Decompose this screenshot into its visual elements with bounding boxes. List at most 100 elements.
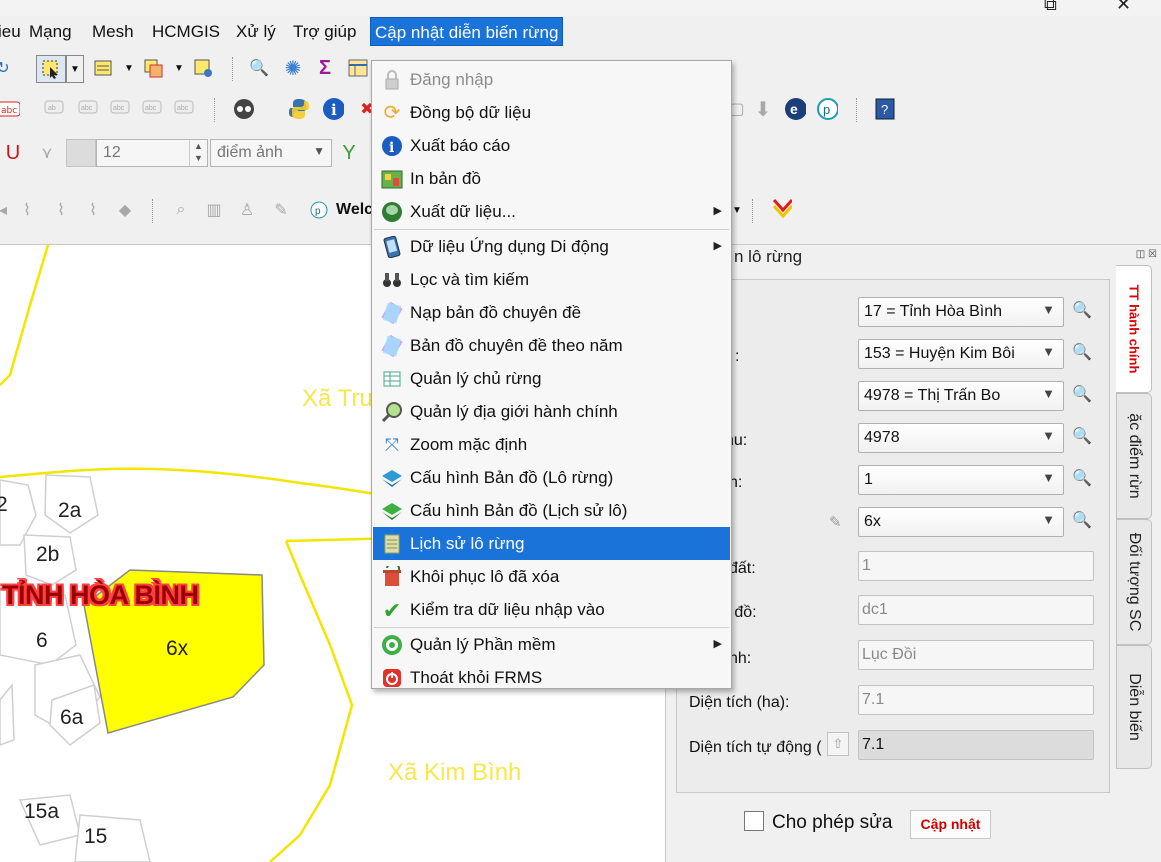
recalc-area-button[interactable]: ⇧	[827, 732, 849, 756]
checkbox-box[interactable]	[744, 811, 764, 831]
menu-item-export-report[interactable]: i Xuất báo cáo	[373, 129, 730, 162]
zoom-compartment-icon[interactable]: 🔍	[1072, 468, 1096, 492]
p-plugin-icon[interactable]: p	[816, 98, 838, 120]
pan-icon[interactable]: ↻	[0, 57, 14, 79]
place-name-field[interactable]: Lục Đồi	[858, 640, 1094, 670]
topology-icon[interactable]: Y	[338, 142, 360, 164]
menu-processing[interactable]: Xử lý	[232, 20, 280, 44]
select-location-icon[interactable]	[192, 57, 214, 79]
menu-item-admin-boundary[interactable]: Quản lý địa giới hành chính	[373, 395, 730, 428]
menu-mesh[interactable]: Mesh	[88, 20, 138, 44]
edit-pencil-icon[interactable]: ✎	[829, 513, 849, 533]
menu-item-load-thematic[interactable]: Nạp bản đồ chuyên đề	[373, 296, 730, 329]
label-pin-icon[interactable]: abc	[78, 98, 100, 120]
restore-window-icon[interactable]: ⧉	[1044, 0, 1057, 15]
forest-arrow-icon[interactable]	[770, 197, 792, 219]
select-features-icon[interactable]	[36, 55, 66, 83]
map-icon[interactable]: ▥	[203, 199, 225, 221]
chevron-down-icon: ▼	[1042, 512, 1055, 527]
menu-item-restore-lot[interactable]: Khôi phục lô đã xóa	[373, 560, 730, 593]
chevron-down-icon[interactable]: ▼	[118, 57, 140, 79]
close-window-icon[interactable]: ✕	[1116, 0, 1131, 15]
compartment-select[interactable]: 1 ▼	[858, 465, 1064, 495]
snap-options-icon[interactable]	[66, 139, 96, 167]
settings-gear-icon[interactable]: ✺	[282, 57, 304, 80]
snap-vertex-icon[interactable]: ⋎	[36, 142, 58, 164]
panel-window-buttons[interactable]: ◫ ☒	[1136, 249, 1157, 260]
update-button[interactable]: Cập nhật	[910, 810, 991, 839]
identify-icon[interactable]: 🔍	[248, 57, 270, 79]
snap-unit-select[interactable]: điểm ảnh ▼	[210, 139, 332, 167]
user-icon[interactable]: ♙	[236, 199, 258, 221]
province-select[interactable]: 17 = Tỉnh Hòa Bình ▼	[858, 297, 1064, 327]
menu-item-mobile-data[interactable]: Dữ liệu Ứng dụng Di động ▶	[373, 230, 730, 263]
reshape-icon[interactable]: ⌇	[16, 199, 38, 221]
merge-icon[interactable]: ⌇	[82, 199, 104, 221]
spin-arrows[interactable]: ▲ ▼	[189, 140, 207, 166]
help-book-icon[interactable]: ?	[874, 98, 896, 120]
zoom-district-icon[interactable]: 🔍	[1072, 342, 1096, 366]
label-abc-icon[interactable]: abc	[0, 98, 20, 120]
download-icon[interactable]: ⬇	[752, 98, 774, 121]
tab-changes[interactable]: Diễn biến	[1116, 645, 1152, 769]
commune-select[interactable]: 4978 = Thị Trấn Bo ▼	[858, 381, 1064, 411]
menu-item-filter-search[interactable]: Lọc và tìm kiếm	[373, 263, 730, 296]
menu-item-lot-history[interactable]: Lịch sử lô rừng	[373, 527, 730, 560]
e-plugin-icon[interactable]: e	[784, 98, 806, 120]
search-icon[interactable]: ⌕	[170, 199, 192, 221]
attribute-table-icon[interactable]	[347, 57, 369, 79]
menu-forest-update[interactable]: Cập nhật diễn biến rừng	[370, 17, 564, 46]
area-field[interactable]: 7.1	[858, 685, 1094, 715]
menu-item-software[interactable]: Quản lý Phần mềm ▶	[373, 628, 730, 661]
tab-forest-characteristics[interactable]: ặc điểm rừn	[1116, 393, 1152, 519]
zoom-province-icon[interactable]: 🔍	[1072, 300, 1096, 324]
label-rotate-icon[interactable]: abc	[142, 98, 164, 120]
menu-item-print-map[interactable]: In bản đồ	[373, 162, 730, 195]
menu-item-thematic-year[interactable]: Bản đồ chuyên đề theo năm	[373, 329, 730, 362]
menu-item-forest-owner[interactable]: Quản lý chủ rừng	[373, 362, 730, 395]
menu-item-exit[interactable]: Thoát khỏi FRMS	[373, 661, 730, 694]
select-value-icon[interactable]	[92, 57, 114, 79]
menu-item-check-data[interactable]: ✔ Kiểm tra dữ liệu nhập vào	[373, 593, 730, 626]
snap-tolerance-input[interactable]: 12 ▲ ▼	[96, 139, 208, 167]
info-icon[interactable]: i	[322, 98, 344, 120]
select-dropdown-icon[interactable]: ▼	[66, 55, 84, 83]
menu-network[interactable]: Mạng	[25, 20, 76, 44]
deselect-icon[interactable]	[142, 57, 164, 79]
menu-item-config-lot[interactable]: Cấu hình Bản đồ (Lô rừng)	[373, 461, 730, 494]
label-tool-icon[interactable]: ab	[44, 98, 66, 120]
p-small-icon[interactable]: p	[308, 199, 330, 221]
tab-target-objects[interactable]: Đối tượng SC	[1116, 519, 1152, 645]
label-move-icon[interactable]: abc	[110, 98, 132, 120]
allow-edit-checkbox[interactable]: Cho phép sửa	[744, 811, 892, 834]
menu-item-login[interactable]: Đăng nhập	[373, 63, 730, 96]
chevron-down-icon[interactable]: ▼	[168, 57, 190, 79]
zoom-plot-icon[interactable]: 🔍	[1072, 510, 1096, 534]
split-icon[interactable]: ⌇	[50, 199, 72, 221]
magnet-icon[interactable]: U	[2, 142, 24, 164]
plot-select[interactable]: 6x ▼	[858, 507, 1064, 537]
district-select[interactable]: 153 = Huyện Kim Bôi ▼	[858, 339, 1064, 369]
spy-plugin-icon[interactable]	[232, 98, 254, 120]
auto-area-field[interactable]: 7.1	[858, 730, 1094, 760]
land-code-field[interactable]: 1	[858, 551, 1094, 581]
digitize-tool-icon[interactable]: ◂	[0, 199, 14, 221]
map-sheet-field[interactable]: dc1	[858, 595, 1094, 625]
menu-item-label: Đồng bộ dữ liệu	[410, 103, 532, 122]
zoom-subzone-icon[interactable]: 🔍	[1072, 426, 1096, 450]
tab-admin-info[interactable]: TT hành chính	[1116, 265, 1152, 393]
python-icon[interactable]	[288, 98, 310, 120]
zoom-commune-icon[interactable]: 🔍	[1072, 384, 1096, 408]
subzone-select[interactable]: 4978 ▼	[858, 423, 1064, 453]
menu-item-export-data[interactable]: Xuất dữ liệu... ▶	[373, 195, 730, 228]
offset-icon[interactable]: ◆	[114, 199, 136, 221]
menu-item-sync[interactable]: ⟳ Đồng bộ dữ liệu	[373, 96, 730, 129]
sigma-icon[interactable]: Σ	[314, 57, 336, 79]
edit-pin-icon[interactable]: ✎	[270, 199, 292, 221]
menu-hcmgis[interactable]: HCMGIS	[148, 20, 224, 44]
menu-view[interactable]: ieu	[0, 20, 25, 44]
menu-help[interactable]: Trợ giúp	[289, 20, 360, 44]
menu-item-default-zoom[interactable]: ⤧ Zoom mặc định	[373, 428, 730, 461]
menu-item-config-history[interactable]: Cấu hình Bản đồ (Lịch sử lô)	[373, 494, 730, 527]
label-change-icon[interactable]: abc	[174, 98, 196, 120]
